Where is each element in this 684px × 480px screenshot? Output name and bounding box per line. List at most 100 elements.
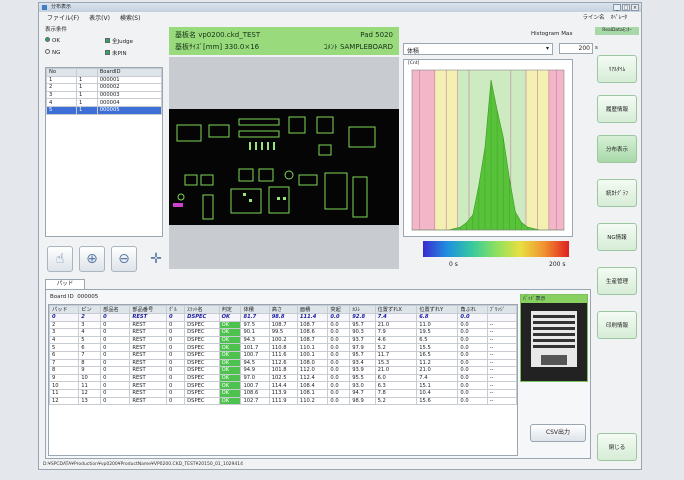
table-cell: 21.0 (374, 366, 418, 375)
table-cell: 95.7 (349, 350, 376, 360)
radio-icon[interactable] (45, 49, 50, 54)
menu-search[interactable]: 検索(S) (120, 13, 141, 22)
table-cell: -- (486, 320, 517, 330)
table-cell: OK (218, 328, 242, 337)
column-header[interactable]: 部品番号 (129, 305, 167, 314)
filter-ok-option[interactable]: OK (45, 37, 103, 45)
column-header[interactable]: パッド (49, 305, 80, 314)
summary-row[interactable]: 0 2 0 REST 0 DSPEC OK 81.7 98.8 111.4 0.0 92.8 7.4 6.… (49, 313, 517, 322)
sidebar-production-button[interactable]: 生産管理 (597, 267, 637, 295)
table-row[interactable]: 3 4 0 REST 0 DSPEC OK 90.1 99.5 108.6 0.0 90.3 7.9 19… (49, 328, 517, 337)
zoom-in-button[interactable]: ⊕ (79, 246, 105, 272)
table-row[interactable]: 6 7 0 REST 0 DSPEC OK 100.7 111.6 100.1 0.0 95.7 11.… (49, 350, 517, 360)
table-cell: 5 (78, 335, 102, 345)
table-row[interactable]: 5 6 0 REST 0 DSPEC OK 101.7 110.8 110.1 0.0 97.9 5.2… (49, 343, 517, 352)
zoom-out-button[interactable]: ⊖ (111, 246, 137, 272)
sidebar-realtime-button[interactable]: ﾘｱﾙﾀｲﾑ (597, 55, 637, 83)
col-board-id[interactable]: BoardID (96, 68, 163, 77)
table-cell: OK (218, 396, 242, 406)
filter-no-pin-option[interactable]: 未PIN (105, 49, 163, 57)
column-header[interactable]: ピン (78, 305, 102, 314)
table-cell: 21.0 (416, 366, 459, 375)
table-cell: 90.1 (240, 328, 270, 337)
column-header[interactable]: 角ぶれ (457, 305, 488, 314)
board-list[interactable]: No BoardID 1 1 000001 2 1 000002 3 1 000003 410… (45, 67, 163, 237)
table-row[interactable]: 8 9 0 REST 0 DSPEC OK 94.9 101.8 112.0 0.0 93.9 21.0… (49, 366, 517, 375)
measure-select[interactable]: 体積 ▾ (403, 43, 553, 55)
col-no[interactable]: No (45, 68, 78, 77)
column-header[interactable]: 高さ (268, 305, 298, 314)
col-flag[interactable] (76, 68, 98, 77)
radio-icon[interactable] (45, 37, 50, 42)
table-cell: 0 (165, 388, 186, 398)
checkbox-icon[interactable] (105, 50, 110, 55)
table-row[interactable]: 9 10 0 REST 0 DSPEC OK 97.0 102.5 112.4 0.0 95.5 6.0… (49, 373, 517, 383)
list-item[interactable]: 1 1 000001 (45, 75, 163, 85)
column-header[interactable]: 位置ずれY (416, 305, 459, 314)
table-cell: 94.9 (240, 366, 270, 375)
column-header[interactable]: 部品名 (100, 305, 131, 314)
table-row[interactable]: 11 12 0 REST 0 DSPEC OK 108.6 113.9 108.1 0.0 94.7 7… (49, 388, 517, 398)
comment-value: SAMPLEBOARD (339, 43, 393, 51)
filter-ng-label: NG (52, 50, 61, 56)
sidebar-history-button[interactable]: 履歴情報 (597, 95, 637, 123)
filter-all-judge-option[interactable]: 全Judge (105, 37, 163, 45)
column-header[interactable]: 体積 (240, 305, 270, 314)
table-cell: 12 (49, 396, 80, 406)
column-header[interactable]: ｽﾗｯﾄ名 (184, 305, 220, 314)
board-viewer[interactable] (169, 57, 399, 269)
column-header[interactable]: 位置ずれX (374, 305, 418, 314)
column-header[interactable]: ｶｽﾚ (349, 305, 376, 314)
table-row[interactable]: 2 3 0 REST 0 DSPEC OK 97.5 108.7 108.7 0.0 95.7 21.0… (49, 320, 517, 330)
table-cell: DSPEC (184, 358, 220, 368)
column-header[interactable]: ｸﾞﾙ (165, 305, 186, 314)
list-item-selected[interactable]: 5 1 000005 (45, 105, 163, 115)
move-tool-button[interactable]: ✛ (143, 246, 169, 272)
zoom-in-icon: ⊕ (86, 251, 98, 267)
list-item[interactable]: 4 1 000004 (45, 98, 163, 107)
close-button[interactable]: 閉じる (597, 433, 637, 461)
list-item[interactable]: 3 1 000003 (45, 90, 163, 100)
table-cell: 93.7 (349, 335, 376, 345)
sidebar-print-button[interactable]: 印刷情報 (597, 311, 637, 339)
table-cell: 114.4 (268, 381, 298, 390)
table-row[interactable]: 10 11 0 REST 0 DSPEC OK 100.7 114.4 108.4 0.0 93.0 6… (49, 381, 517, 390)
sidebar-stats-graph-button[interactable]: 統計ｸﾞﾗﾌ (597, 179, 637, 207)
checkbox-icon[interactable] (105, 38, 110, 43)
column-header[interactable]: 突起 (327, 305, 351, 314)
maximize-button[interactable]: □ (622, 4, 630, 11)
hand-tool-button[interactable]: ☝ (47, 246, 73, 272)
pad-table[interactable]: パッド ピン 部品名 部品番号 ｸﾞﾙ ｽﾗｯﾄ名 判定 体積 高さ 面積 突起 ｶｽﾚ 位置ずれX 位置… (48, 304, 518, 456)
histogram-max-input[interactable]: 200 (559, 43, 593, 54)
menu-file[interactable]: ファイル(F) (47, 13, 79, 22)
filter-ng-option[interactable]: NG (45, 49, 103, 57)
table-cell: 0 (100, 328, 131, 337)
table-row[interactable]: 7 8 0 REST 0 DSPEC OK 94.5 112.6 108.0 0.0 93.4 15.3… (49, 358, 517, 368)
table-row[interactable]: 4 5 0 REST 0 DSPEC OK 94.3 100.2 108.7 0.0 93.7 4.6 6… (49, 335, 517, 345)
pcb-image[interactable] (169, 57, 399, 269)
comment-info: ｺﾒﾝﾄ SAMPLEBOARD (324, 41, 393, 53)
tab-pad[interactable]: パッド (45, 279, 85, 289)
table-cell: 94.5 (240, 358, 270, 368)
csv-export-button[interactable]: CSV出力 (530, 424, 586, 442)
list-item[interactable]: 2 1 000002 (45, 83, 163, 92)
table-cell: REST (129, 343, 167, 352)
table-cell: OK (218, 343, 242, 352)
table-cell: DSPEC (184, 335, 220, 345)
menu-view[interactable]: 表示(V) (89, 13, 110, 22)
sidebar-ng-info-button[interactable]: NG情報 (597, 223, 637, 251)
column-header[interactable]: 面積 (296, 305, 329, 314)
range-min-value: 0 (449, 261, 453, 268)
table-cell: 0 (165, 366, 186, 375)
table-cell: 7 (78, 350, 102, 360)
column-header[interactable]: 判定 (218, 305, 242, 314)
column-header[interactable]: ﾌﾞﾘｯｼﾞ (486, 305, 517, 314)
table-row[interactable]: 12 13 0 REST 0 DSPEC OK 102.7 111.9 110.2 0.0 98.9 5… (49, 396, 517, 406)
table-cell: REST (129, 366, 167, 375)
chevron-down-icon[interactable]: ▾ (546, 45, 549, 52)
sidebar-distribution-button[interactable]: 分布表示 (597, 135, 637, 163)
close-window-button[interactable]: × (631, 4, 639, 11)
table-cell: 0 (100, 335, 131, 345)
table-cell: 7.8 (374, 388, 418, 398)
minimize-button[interactable]: _ (613, 4, 621, 11)
